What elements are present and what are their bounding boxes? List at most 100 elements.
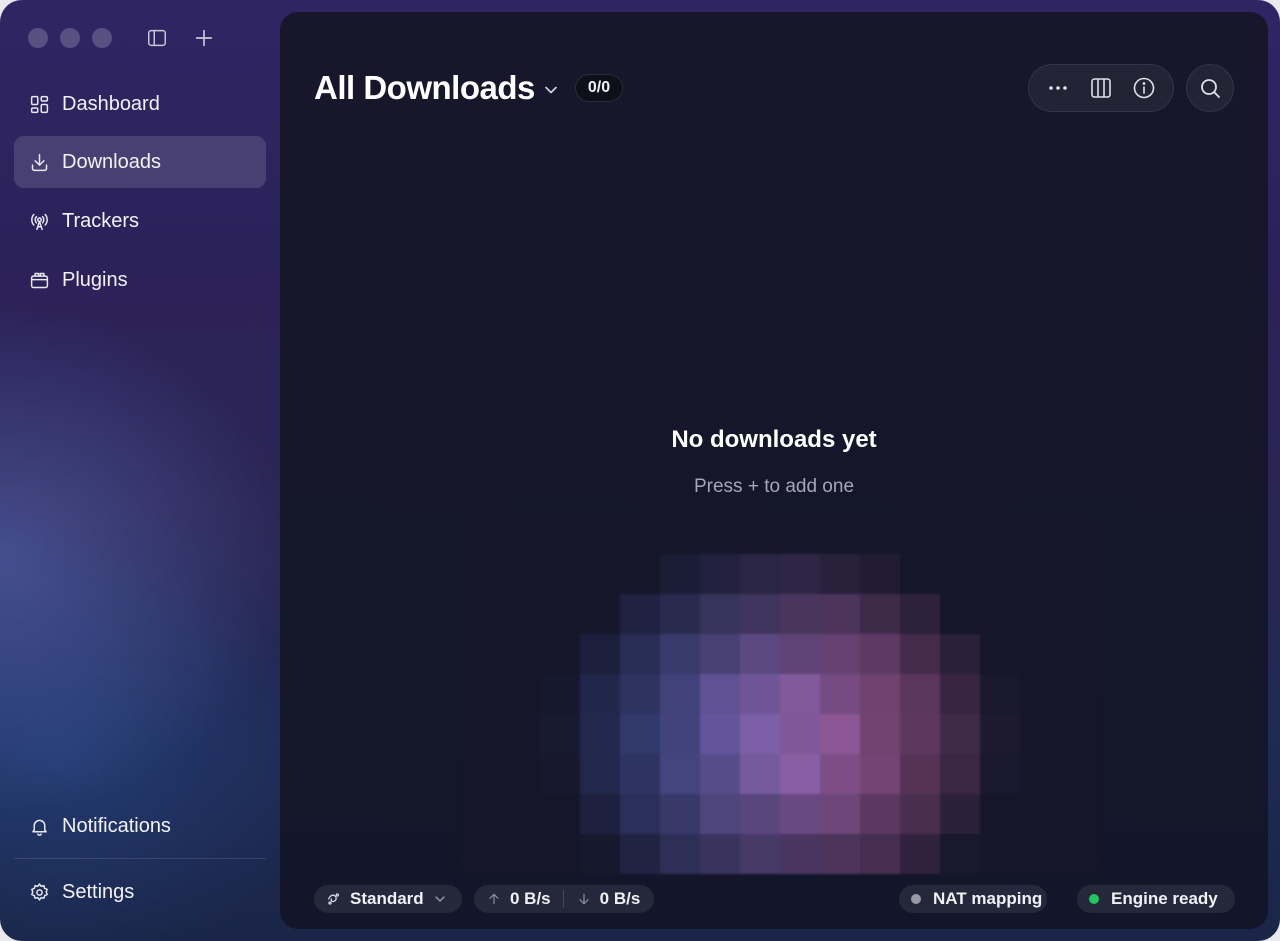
mosaic-tile (1020, 834, 1060, 874)
mosaic-tile (740, 554, 780, 594)
page-title[interactable]: All Downloads (314, 69, 535, 107)
mosaic-tile (540, 714, 580, 754)
mosaic-tile (660, 634, 700, 674)
mosaic-tile (1060, 714, 1100, 754)
mosaic-tile (660, 554, 700, 594)
mosaic-tile (740, 834, 780, 874)
mosaic-tile (580, 834, 620, 874)
mosaic-tile (700, 554, 740, 594)
mosaic-tile (1020, 794, 1060, 834)
mosaic-tile (780, 594, 820, 634)
mosaic-tile (620, 514, 660, 554)
toolbar-group (1028, 64, 1174, 112)
tracker-antenna-icon (28, 210, 50, 232)
mosaic-tile (500, 794, 540, 834)
sidebar-item-plugins[interactable]: Plugins (14, 254, 266, 306)
mosaic-tile (1060, 794, 1100, 834)
mosaic-tile (580, 514, 620, 554)
mosaic-tile (740, 754, 780, 794)
mosaic-tile (700, 714, 740, 754)
mosaic-tile (780, 834, 820, 874)
minimize-window-button[interactable] (60, 28, 80, 48)
sidebar-item-downloads[interactable]: Downloads (14, 136, 266, 188)
add-download-icon[interactable] (192, 26, 216, 50)
mosaic-tile (460, 634, 500, 674)
mosaic-tile (460, 754, 500, 794)
mosaic-tile (980, 674, 1020, 714)
mosaic-tile (1060, 514, 1100, 554)
close-window-button[interactable] (28, 28, 48, 48)
status-dot (1089, 894, 1099, 904)
sidebar-item-notifications[interactable]: Notifications (14, 800, 266, 852)
mosaic-tile (540, 634, 580, 674)
sidebar-item-trackers[interactable]: Trackers (14, 195, 266, 247)
mosaic-tile (940, 754, 980, 794)
mosaic-tile (580, 634, 620, 674)
mosaic-tile (1020, 594, 1060, 634)
mosaic-tile (1060, 634, 1100, 674)
mosaic-tile (740, 594, 780, 634)
mosaic-tile (660, 674, 700, 714)
mosaic-tile (940, 674, 980, 714)
mosaic-tile (900, 554, 940, 594)
mosaic-tile (900, 594, 940, 634)
columns-icon[interactable] (1085, 72, 1117, 104)
mode-label: Standard (350, 889, 424, 908)
mosaic-tile (980, 794, 1020, 834)
zoom-window-button[interactable] (92, 28, 112, 48)
sidebar-item-settings[interactable]: Settings (14, 866, 266, 918)
mosaic-tile (820, 674, 860, 714)
mosaic-tile (780, 634, 820, 674)
bell-icon (28, 815, 50, 837)
engine-status[interactable]: Engine ready (1077, 885, 1235, 913)
mosaic-tile (460, 714, 500, 754)
search-icon[interactable] (1186, 64, 1234, 112)
nat-status[interactable]: NAT mapping (899, 885, 1047, 913)
upload-speed: 0 B/s (510, 889, 551, 908)
mosaic-tile (980, 514, 1020, 554)
transfer-speed: 0 B/s 0 B/s (474, 885, 654, 913)
mosaic-tile (740, 634, 780, 674)
mosaic-tile (540, 674, 580, 714)
mosaic-tile (580, 554, 620, 594)
mosaic-tile (580, 794, 620, 834)
mosaic-tile (700, 754, 740, 794)
mosaic-tile (980, 714, 1020, 754)
mosaic-tile (780, 794, 820, 834)
status-dot (911, 894, 921, 904)
info-icon[interactable] (1128, 72, 1160, 104)
mosaic-tile (660, 514, 700, 554)
mosaic-tile (540, 794, 580, 834)
mosaic-tile (980, 754, 1020, 794)
mosaic-tile (820, 514, 860, 554)
mosaic-tile (700, 794, 740, 834)
sidebar-item-label: Settings (62, 880, 135, 903)
empty-state-illustration (460, 514, 1100, 874)
empty-state-title: No downloads yet (671, 426, 877, 453)
mosaic-tile (580, 594, 620, 634)
mosaic-tile (620, 834, 660, 874)
mosaic-tile (740, 714, 780, 754)
mosaic-tile (620, 594, 660, 634)
mosaic-tile (780, 514, 820, 554)
toggle-sidebar-icon[interactable] (145, 26, 169, 50)
mosaic-tile (900, 634, 940, 674)
mosaic-tile (660, 714, 700, 754)
mosaic-tile (980, 554, 1020, 594)
sidebar-item-dashboard[interactable]: Dashboard (14, 78, 266, 130)
mosaic-tile (460, 834, 500, 874)
mosaic-tile (860, 754, 900, 794)
mosaic-tile (660, 754, 700, 794)
mosaic-tile (620, 674, 660, 714)
mosaic-tile (900, 794, 940, 834)
mosaic-tile (860, 674, 900, 714)
mosaic-tile (620, 714, 660, 754)
sidebar-item-label: Downloads (62, 150, 161, 173)
chevron-down-icon[interactable] (541, 80, 561, 100)
mosaic-tile (940, 554, 980, 594)
mosaic-tile (460, 554, 500, 594)
mosaic-tile (1060, 554, 1100, 594)
more-options-icon[interactable] (1042, 72, 1074, 104)
mosaic-tile (460, 594, 500, 634)
mode-selector[interactable]: Standard (314, 885, 462, 913)
